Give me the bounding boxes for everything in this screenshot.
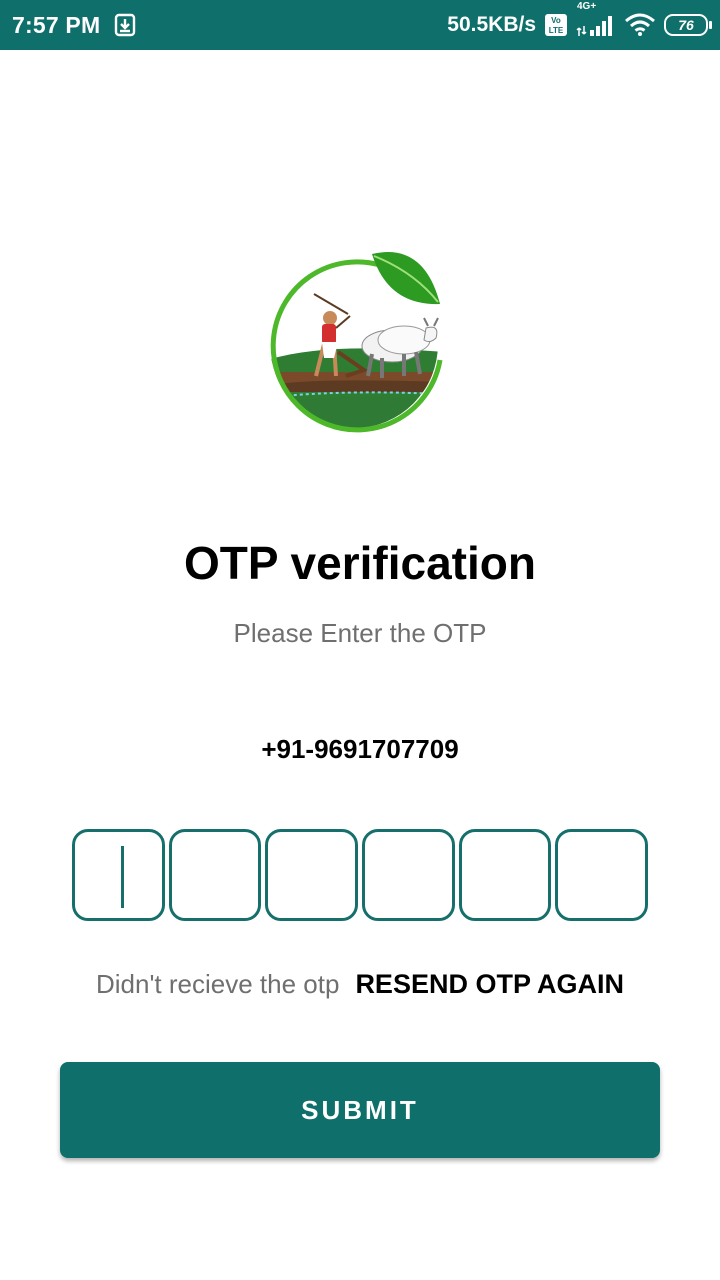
otp-digit-6[interactable] (555, 829, 649, 921)
volte-icon: Vo LTE (544, 13, 568, 37)
network-type-label: 4G+ (577, 1, 597, 12)
page-title: OTP verification (184, 537, 536, 589)
svg-text:LTE: LTE (549, 26, 564, 35)
otp-input-group (72, 829, 649, 921)
status-time: 7:57 PM (12, 11, 101, 38)
battery-icon: 76 (664, 14, 712, 36)
svg-text:Vo: Vo (551, 16, 561, 25)
otp-digit-5[interactable] (458, 829, 552, 921)
resend-prompt: Didn't recieve the otp (96, 968, 340, 999)
otp-digit-1[interactable] (72, 829, 165, 921)
otp-digit-3[interactable] (265, 829, 359, 921)
phone-number: +91-9691707709 (261, 734, 459, 764)
network-speed: 50.5KB/s (447, 13, 536, 36)
otp-digit-4[interactable] (362, 829, 455, 921)
page-subtitle: Please Enter the OTP (233, 618, 487, 648)
text-cursor (121, 846, 124, 908)
wifi-icon (624, 13, 656, 37)
battery-level: 76 (678, 17, 694, 33)
resend-row: Didn't recieve the otp RESEND OTP AGAIN (0, 964, 720, 1004)
status-bar: 7:57 PM 50.5KB/s Vo LTE 4G+ 76 (0, 0, 720, 50)
submit-button[interactable]: SUBMIT (60, 1062, 660, 1158)
download-notification-icon (114, 13, 136, 37)
otp-digit-2[interactable] (168, 829, 262, 921)
cell-signal-icon: 4G+ (576, 1, 616, 38)
resend-otp-link[interactable]: RESEND OTP AGAIN (355, 969, 624, 1000)
app-logo (264, 242, 448, 438)
